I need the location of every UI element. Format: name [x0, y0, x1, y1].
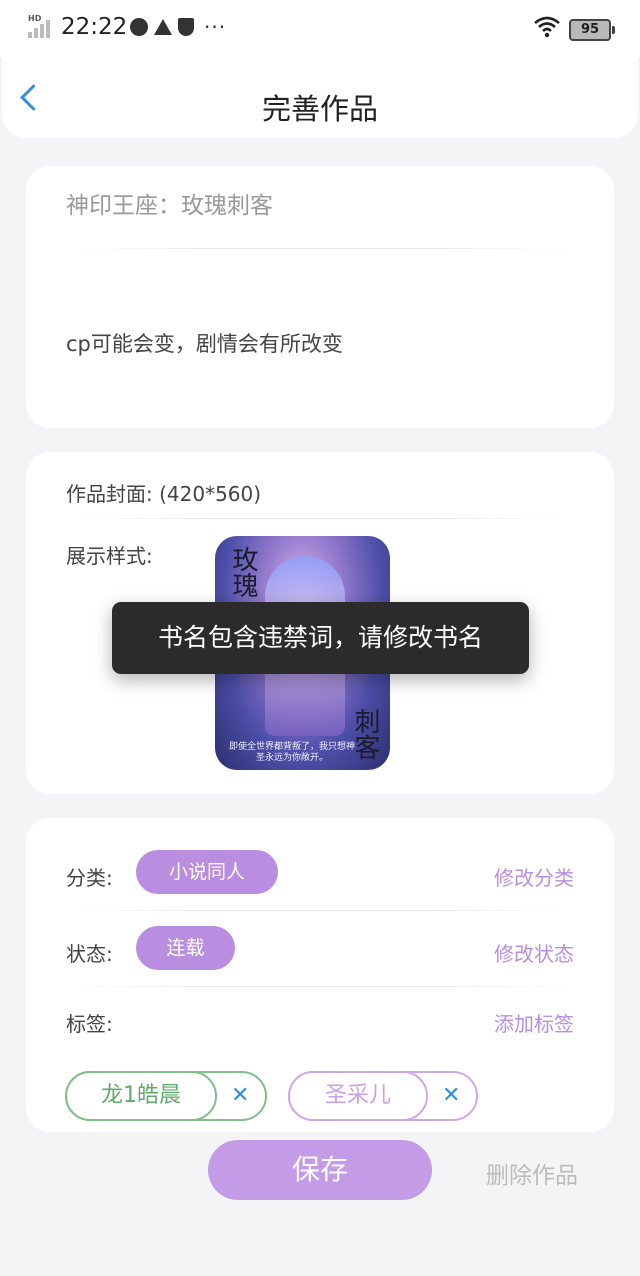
tag-item[interactable]: 圣采儿 ✕ — [288, 1071, 478, 1121]
status-label: 状态: — [66, 942, 113, 966]
work-info-card: 神印王座：玫瑰刺客 cp可能会变，剧情会有所改变 — [26, 166, 614, 428]
crown-icon — [154, 19, 172, 35]
cover-title-top: 玫瑰 — [228, 546, 258, 598]
status-bar: HD 22:22 ··· 95 — [0, 0, 640, 58]
tags-label: 标签: — [66, 1012, 113, 1036]
shield-icon — [178, 18, 194, 36]
wifi-icon — [534, 16, 560, 38]
category-chip: 小说同人 — [136, 850, 278, 894]
work-name-field[interactable]: 神印王座：玫瑰刺客 — [66, 186, 273, 220]
tag-item[interactable]: 龙1皓晨 ✕ — [65, 1071, 267, 1121]
close-icon[interactable]: ✕ — [231, 1073, 249, 1119]
add-tag-link[interactable]: 添加标签 — [494, 1008, 574, 1037]
page-title: 完善作品 — [261, 92, 378, 126]
tag-label: 龙1皓晨 — [65, 1071, 217, 1121]
nav-header: 完善作品 — [2, 58, 638, 138]
toast-message: 书名包含违禁词，请修改书名 — [112, 602, 529, 674]
close-icon[interactable]: ✕ — [442, 1073, 460, 1119]
divider — [66, 910, 574, 911]
display-style-label: 展示样式: — [66, 544, 153, 568]
delete-work-button[interactable]: 删除作品 — [486, 1156, 578, 1190]
more-dots-icon: ··· — [204, 15, 227, 39]
edit-status-link[interactable]: 修改状态 — [494, 938, 574, 967]
cover-label: 作品封面: (420*560) — [66, 482, 262, 506]
work-intro-field[interactable]: cp可能会变，剧情会有所改变 — [66, 328, 343, 358]
divider — [66, 518, 574, 519]
save-button[interactable]: 保存 — [208, 1140, 432, 1200]
cover-caption: 即使全世界都背叛了，我只想神圣永远为你敞开。 — [228, 742, 355, 763]
tag-label: 圣采儿 — [288, 1071, 428, 1121]
status-chip: 连载 — [136, 926, 235, 970]
category-label: 分类: — [66, 866, 113, 890]
edit-category-link[interactable]: 修改分类 — [494, 862, 574, 891]
divider — [66, 248, 574, 249]
divider — [66, 986, 574, 987]
moon-icon — [130, 18, 148, 36]
status-time: 22:22 — [61, 14, 128, 40]
signal-hd-label: HD — [28, 14, 42, 23]
battery-icon: 95 — [569, 19, 615, 41]
battery-level: 95 — [580, 22, 600, 37]
signal-icon: HD — [28, 14, 54, 38]
